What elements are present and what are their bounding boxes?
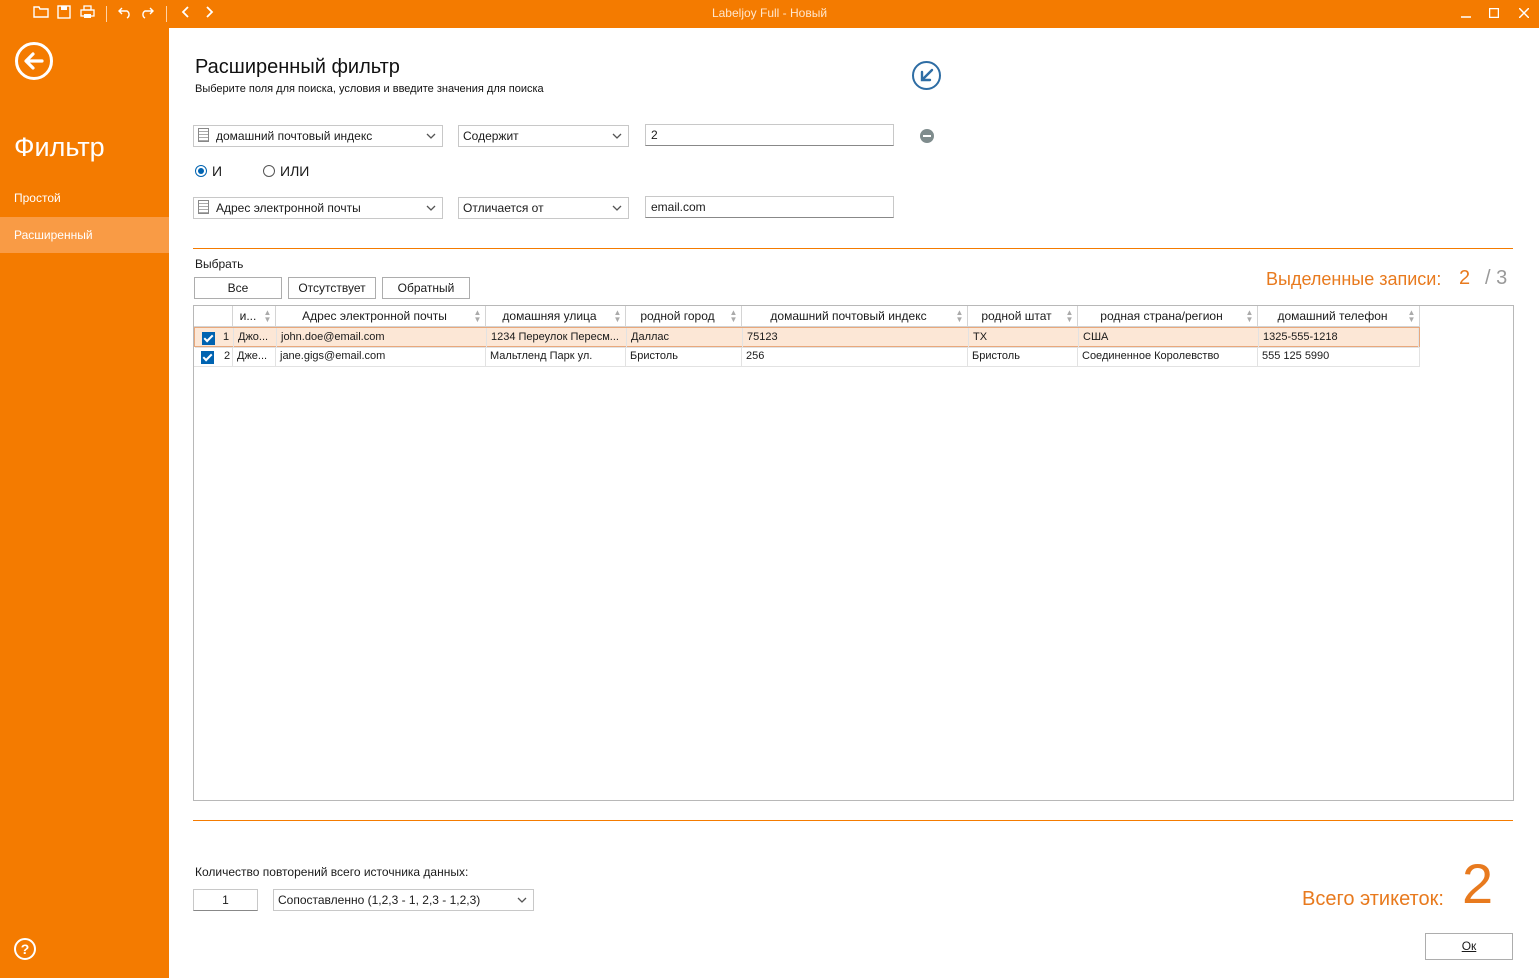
select-all-button[interactable]: Все (194, 277, 282, 299)
select-label: Выбрать (195, 257, 244, 271)
title-bar: Labeljoy Full - Новый (0, 0, 1539, 28)
selected-records-label: Выделенные записи: (1266, 269, 1442, 289)
condition-1-value-input[interactable]: 2 (645, 124, 894, 146)
table-cell: 1234 Переулок Пересм... (487, 328, 627, 348)
table-cell: john.doe@email.com (277, 328, 487, 348)
chevron-down-icon (612, 133, 622, 139)
chevron-down-icon (612, 205, 622, 211)
chevron-down-icon (426, 133, 436, 139)
sidebar (0, 28, 169, 978)
select-none-button[interactable]: Отсутствует (288, 277, 376, 299)
window-title: Labeljoy Full - Новый (711, 6, 828, 20)
row-number: 1 (223, 331, 230, 343)
condition-2-field: Адрес электронной почты (216, 201, 361, 215)
table-cell: 75123 (743, 328, 969, 348)
remove-condition-icon[interactable] (920, 129, 934, 143)
condition-2-value-input[interactable]: email.com (645, 196, 894, 218)
sort-icon: ▲ ▼ (1245, 308, 1254, 324)
grid-header-col[interactable]: домашний почтовый индекс ▲ ▼ (742, 306, 968, 327)
condition-1-operator-select[interactable]: Содержит (458, 125, 629, 147)
table-cell: jane.gigs@email.com (276, 347, 486, 367)
table-cell: TX (969, 328, 1079, 348)
table-cell: Дже... (233, 347, 276, 367)
field-list-icon (198, 200, 209, 214)
divider (193, 820, 1513, 821)
table-cell: Бристоль (968, 347, 1078, 367)
sort-icon: ▲ ▼ (955, 308, 964, 324)
minimize-icon[interactable] (1455, 4, 1477, 24)
table-cell: Бристоль (626, 347, 742, 367)
condition-1-field-select[interactable]: домашний почтовый индекс (193, 125, 443, 147)
sidebar-title: Фильтр (14, 132, 105, 162)
chevron-down-icon (517, 897, 527, 903)
sort-icon: ▲ ▼ (729, 308, 738, 324)
grid-header-col[interactable]: домашний телефон ▲ ▼ (1258, 306, 1420, 327)
row-checkbox[interactable] (201, 351, 214, 364)
grid-header-col[interactable]: родной город ▲ ▼ (626, 306, 742, 327)
chevron-down-icon (426, 205, 436, 211)
condition-1-operator: Содержит (463, 129, 519, 143)
repeat-mode-select[interactable]: Сопоставленно (1,2,3 - 1, 2,3 - 1,2,3) (273, 889, 534, 911)
page-subtitle: Выберите поля для поиска, условия и введ… (195, 83, 544, 95)
table-cell: Мальтленд Парк ул. (486, 347, 626, 367)
reset-filter-icon[interactable] (912, 61, 941, 90)
or-radio[interactable] (263, 165, 275, 177)
sort-icon: ▲ ▼ (263, 308, 272, 324)
selected-records-count: 2 (1459, 267, 1471, 289)
table-cell: 256 (742, 347, 968, 367)
field-list-icon (198, 128, 209, 142)
repeat-mode-value: Сопоставленно (1,2,3 - 1, 2,3 - 1,2,3) (278, 893, 481, 907)
table-row[interactable]: 2 Дже... jane.gigs@email.com Мальтленд П… (194, 347, 1420, 367)
help-icon[interactable]: ? (14, 938, 36, 960)
condition-2-operator: Отличается от (463, 201, 544, 215)
grid-header-col[interactable]: и... ▲ ▼ (233, 306, 276, 327)
table-row[interactable]: 1 Джо... john.doe@email.com 1234 Переуло… (194, 327, 1420, 348)
row-number: 2 (224, 350, 231, 362)
table-cell: Джо... (234, 328, 277, 348)
close-icon[interactable] (1513, 4, 1535, 24)
divider (193, 248, 1513, 249)
sidebar-item-advanced[interactable]: Расширенный (0, 217, 169, 253)
and-radio[interactable] (195, 165, 207, 177)
sidebar-item-simple[interactable]: Простой (0, 180, 169, 216)
table-cell: 1325-555-1218 (1259, 328, 1419, 348)
grid-header-col[interactable]: домашняя улица ▲ ▼ (486, 306, 626, 327)
grid-header-col[interactable]: родной штат ▲ ▼ (968, 306, 1078, 327)
grid-header-col[interactable]: родная страна/регион ▲ ▼ (1078, 306, 1258, 327)
condition-2-operator-select[interactable]: Отличается от (458, 197, 629, 219)
row-checkbox[interactable] (202, 332, 215, 345)
condition-2-field-select[interactable]: Адрес электронной почты (193, 197, 443, 219)
records-grid[interactable]: и... ▲ ▼ Адрес электронной почты ▲ ▼ домашня… (193, 305, 1514, 801)
repeat-count-input[interactable]: 1 (193, 889, 258, 911)
and-radio-label: И (212, 163, 223, 179)
back-arrow-icon[interactable] (15, 42, 53, 80)
page-title: Расширенный фильтр (195, 56, 400, 78)
total-labels-value: 2 (1462, 852, 1494, 915)
maximize-icon[interactable] (1483, 4, 1505, 24)
condition-1-field: домашний почтовый индекс (216, 129, 373, 143)
table-cell: 555 125 5990 (1258, 347, 1420, 367)
sort-icon: ▲ ▼ (1407, 308, 1416, 324)
table-cell: Даллас (627, 328, 743, 348)
ok-button[interactable]: Ок (1425, 933, 1513, 960)
sort-icon: ▲ ▼ (613, 308, 622, 324)
table-cell: Соединенное Королевство (1078, 347, 1258, 367)
total-labels-label: Всего этикеток: (1302, 888, 1444, 910)
grid-header-num (194, 306, 233, 327)
total-records-count: / 3 (1485, 267, 1508, 289)
repeat-count-label: Количество повторений всего источника да… (195, 865, 469, 879)
grid-header-col[interactable]: Адрес электронной почты ▲ ▼ (276, 306, 486, 327)
invert-selection-button[interactable]: Обратный (382, 277, 470, 299)
sort-icon: ▲ ▼ (473, 308, 482, 324)
table-cell: США (1079, 328, 1259, 348)
or-radio-label: ИЛИ (280, 163, 310, 179)
sort-icon: ▲ ▼ (1065, 308, 1074, 324)
